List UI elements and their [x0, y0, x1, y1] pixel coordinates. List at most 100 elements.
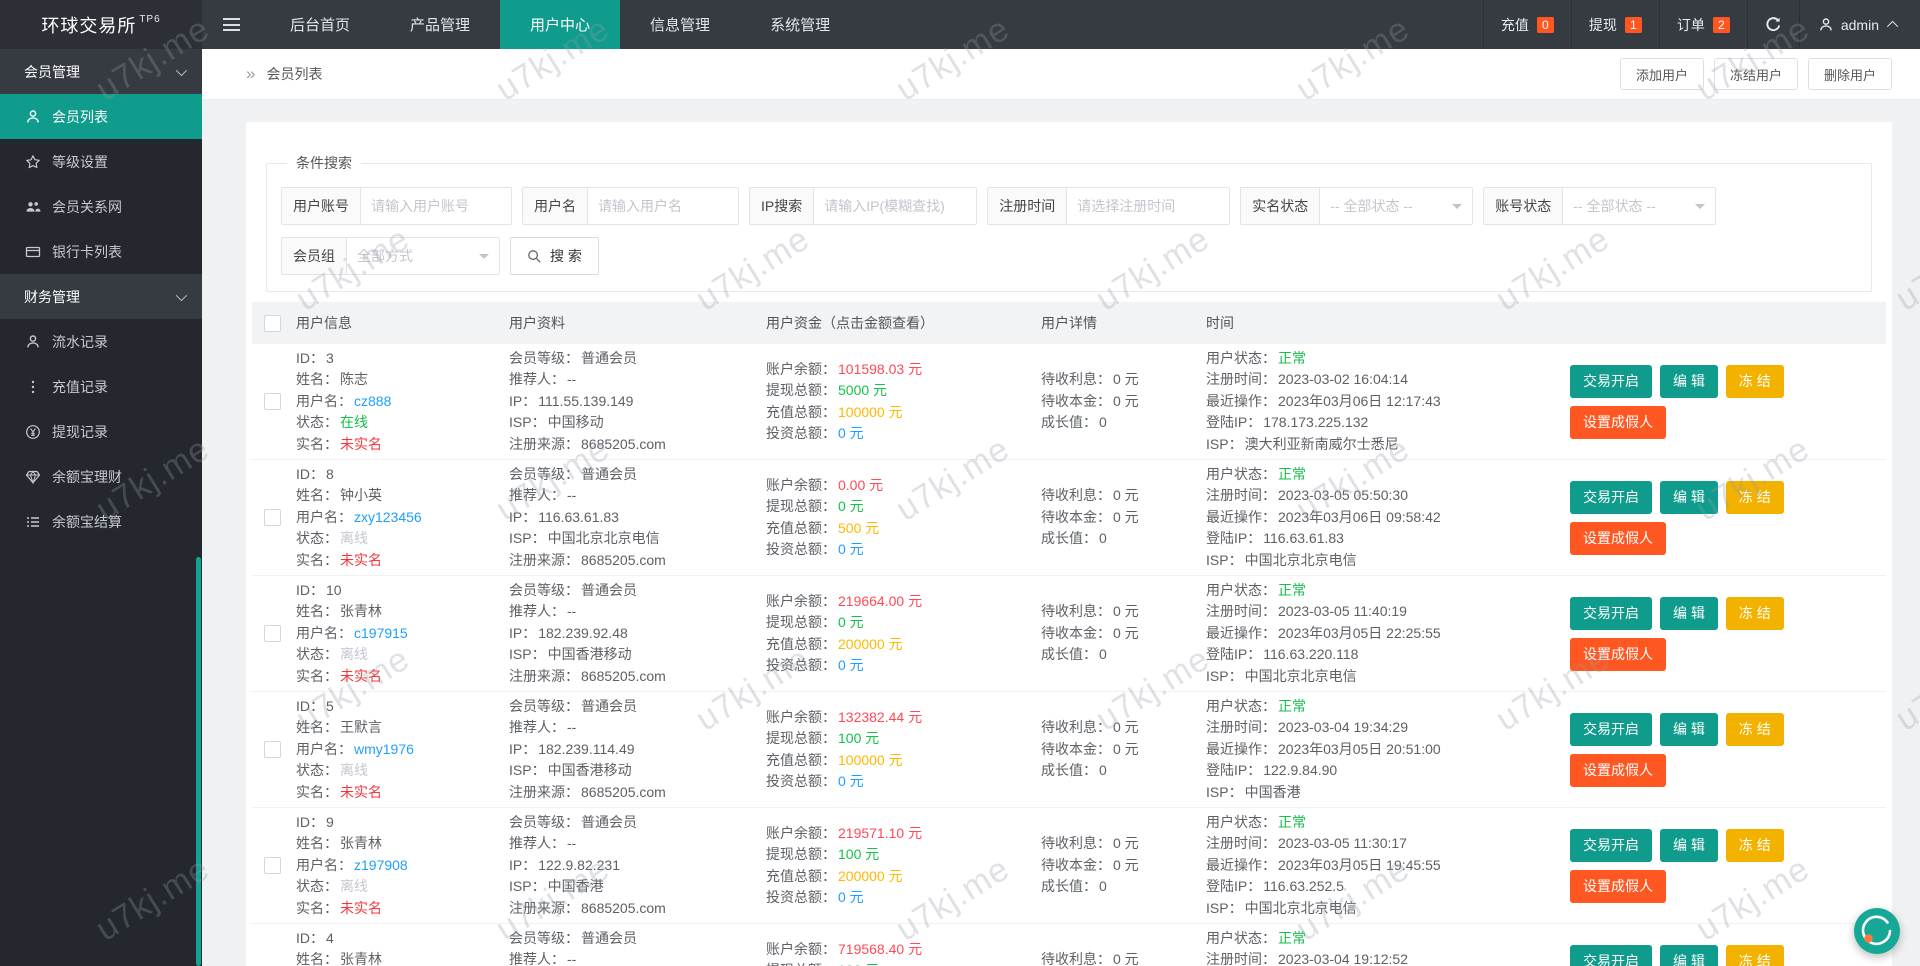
field-value[interactable]: cz888 [354, 393, 391, 409]
search-input[interactable] [361, 188, 511, 224]
field-value[interactable]: z197908 [354, 857, 408, 873]
field-value[interactable]: zxy123456 [354, 509, 422, 525]
sidebar-item[interactable]: 银行卡列表 [0, 229, 202, 274]
search-input[interactable] [1067, 188, 1230, 224]
search-input[interactable] [814, 188, 977, 224]
field-value[interactable]: 100 元 [838, 962, 879, 966]
edit-button[interactable]: 编 辑 [1660, 712, 1718, 746]
sidebar-section-title[interactable]: 会员管理 [0, 49, 202, 94]
field-value[interactable]: 0 元 [838, 889, 864, 905]
topbar-counter[interactable]: 充值 0 [1482, 0, 1571, 49]
page-action-button[interactable]: 冻结用户 [1713, 58, 1798, 90]
sidebar-section-title[interactable]: 财务管理 [0, 274, 202, 319]
freeze-button[interactable]: 冻 结 [1725, 480, 1784, 514]
edit-button[interactable]: 编 辑 [1660, 480, 1718, 514]
sidebar-item[interactable]: 充值记录 [0, 364, 202, 409]
search-select[interactable]: -- 全部状态 -- [1563, 188, 1715, 224]
field-value[interactable]: 200000 元 [838, 868, 903, 884]
edit-button[interactable]: 编 辑 [1660, 828, 1718, 862]
search-field-group: IP搜索 [749, 187, 978, 225]
select-all-checkbox[interactable] [264, 314, 281, 332]
field-value[interactable]: 132382.44 元 [838, 709, 922, 725]
menu-toggle-icon[interactable] [202, 0, 260, 49]
row-checkbox[interactable] [264, 625, 281, 642]
row-checkbox[interactable] [264, 393, 281, 410]
set-fake-button[interactable]: 设置成假人 [1570, 753, 1666, 787]
admin-menu[interactable]: admin [1798, 0, 1920, 49]
field-value[interactable]: 0 元 [838, 657, 864, 673]
search-input[interactable] [588, 188, 738, 224]
edit-button[interactable]: 编 辑 [1660, 596, 1718, 630]
search-panel: 条件搜索 用户账号 用户名 IP搜索 注册时间 实名状态 -- 全部状态 -- 账号状态 --… [266, 153, 1872, 292]
field-value[interactable]: 0 元 [838, 614, 864, 630]
field-value[interactable]: 0 元 [838, 498, 864, 514]
sidebar-scrollbar[interactable] [196, 557, 201, 966]
field-value[interactable]: 0 元 [838, 773, 864, 789]
field-value[interactable]: 5000 元 [838, 382, 887, 398]
freeze-button[interactable]: 冻 结 [1725, 596, 1784, 630]
field-value[interactable]: 100000 元 [838, 404, 903, 420]
freeze-button[interactable]: 冻 结 [1725, 944, 1784, 966]
set-fake-button[interactable]: 设置成假人 [1570, 405, 1666, 439]
field-value[interactable]: wmy1976 [354, 741, 414, 757]
field-value[interactable]: 219664.00 元 [838, 593, 922, 609]
trade-toggle-button[interactable]: 交易开启 [1570, 364, 1652, 398]
field-label: 姓名： [296, 603, 338, 620]
field-value: 王默言 [340, 719, 382, 736]
refresh-button[interactable] [1746, 0, 1799, 49]
sidebar-item[interactable]: 等级设置 [0, 139, 202, 184]
page-action-button[interactable]: 删除用户 [1807, 58, 1892, 90]
floating-action-button[interactable] [1854, 908, 1900, 954]
sidebar-item[interactable]: 流水记录 [0, 319, 202, 364]
field-value[interactable]: 100 元 [838, 846, 879, 862]
freeze-button[interactable]: 冻 结 [1725, 364, 1784, 398]
row-checkbox[interactable] [264, 857, 281, 874]
field-value[interactable]: 219571.10 元 [838, 825, 922, 841]
trade-toggle-button[interactable]: 交易开启 [1570, 944, 1652, 966]
sidebar-item[interactable]: 会员列表 [0, 94, 202, 139]
topbar-counter[interactable]: 提现 1 [1570, 0, 1659, 49]
field-value[interactable]: 719568.40 元 [838, 941, 922, 957]
set-fake-button[interactable]: 设置成假人 [1570, 869, 1666, 903]
sidebar-item[interactable]: 提现记录 [0, 409, 202, 454]
page-action-button[interactable]: 添加用户 [1619, 58, 1704, 90]
field-value[interactable]: 0 元 [838, 541, 864, 557]
search-select[interactable]: 全部方式 [347, 238, 499, 274]
trade-toggle-button[interactable]: 交易开启 [1570, 712, 1652, 746]
row-checkbox[interactable] [264, 509, 281, 526]
trade-toggle-button[interactable]: 交易开启 [1570, 828, 1652, 862]
user-info-cell: ID： 9 姓名： 张青林 用户名： z197908 状态： 离线 实名： 未实名 [296, 812, 509, 920]
freeze-button[interactable]: 冻 结 [1725, 828, 1784, 862]
row-checkbox[interactable] [264, 741, 281, 758]
topnav-item[interactable]: 信息管理 [620, 0, 740, 49]
edit-button[interactable]: 编 辑 [1660, 364, 1718, 398]
trade-toggle-button[interactable]: 交易开启 [1570, 480, 1652, 514]
field-value: 陈志 [340, 371, 368, 388]
field-label: ISP： [509, 762, 546, 779]
set-fake-button[interactable]: 设置成假人 [1570, 521, 1666, 555]
set-fake-button[interactable]: 设置成假人 [1570, 637, 1666, 671]
trade-toggle-button[interactable]: 交易开启 [1570, 596, 1652, 630]
search-button[interactable]: 搜 索 [510, 237, 599, 275]
freeze-button[interactable]: 冻 结 [1725, 712, 1784, 746]
topnav-item[interactable]: 后台首页 [260, 0, 380, 49]
topnav-item[interactable]: 产品管理 [380, 0, 500, 49]
search-field-group: 账号状态 -- 全部状态 -- [1483, 187, 1717, 225]
field-value[interactable]: 0.00 元 [838, 477, 883, 493]
field-value[interactable]: 200000 元 [838, 636, 903, 652]
topnav-item[interactable]: 用户中心 [500, 0, 621, 49]
search-legend: 条件搜索 [296, 155, 352, 171]
edit-button[interactable]: 编 辑 [1660, 944, 1718, 966]
field-value[interactable]: 0 元 [838, 425, 864, 441]
search-select[interactable]: -- 全部状态 -- [1320, 188, 1472, 224]
topnav-item[interactable]: 系统管理 [740, 0, 860, 49]
field-value[interactable]: 101598.03 元 [838, 361, 922, 377]
topbar-counter[interactable]: 订单 2 [1658, 0, 1747, 49]
field-value[interactable]: 100000 元 [838, 752, 903, 768]
field-value[interactable]: 500 元 [838, 520, 879, 536]
field-value[interactable]: c197915 [354, 625, 408, 641]
sidebar-item[interactable]: 会员关系网 [0, 184, 202, 229]
sidebar-item[interactable]: 余额宝理财 [0, 454, 202, 499]
field-value[interactable]: 100 元 [838, 730, 879, 746]
sidebar-item[interactable]: 余额宝结算 [0, 499, 202, 544]
